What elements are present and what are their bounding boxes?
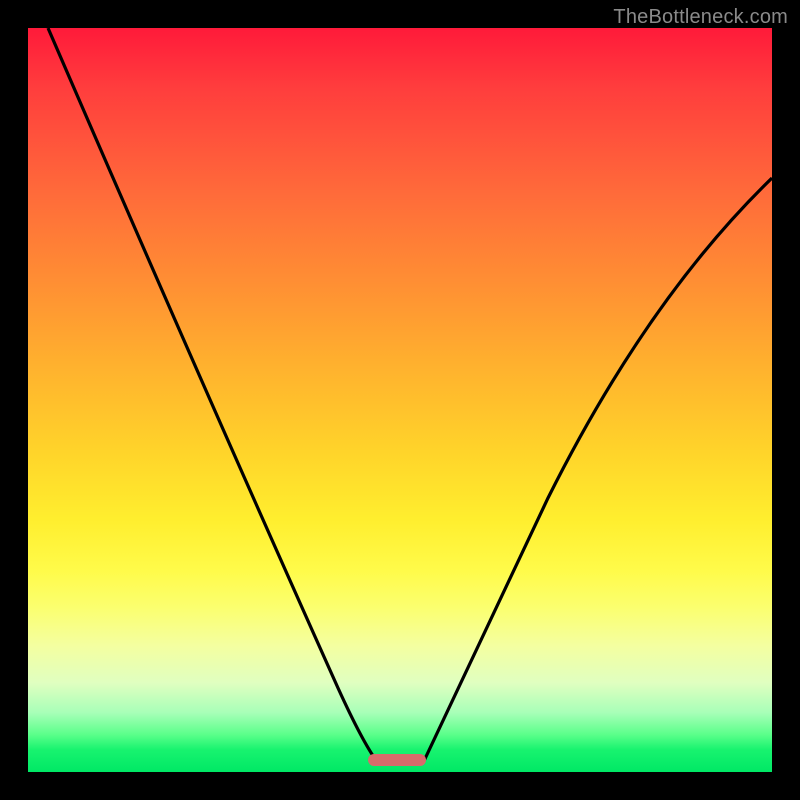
optimal-marker: [368, 754, 426, 766]
chart-frame: TheBottleneck.com: [0, 0, 800, 800]
right-curve: [423, 178, 772, 763]
plot-area: [28, 28, 772, 772]
watermark-text: TheBottleneck.com: [613, 6, 788, 29]
left-curve: [48, 28, 378, 763]
curve-layer: [28, 28, 772, 772]
